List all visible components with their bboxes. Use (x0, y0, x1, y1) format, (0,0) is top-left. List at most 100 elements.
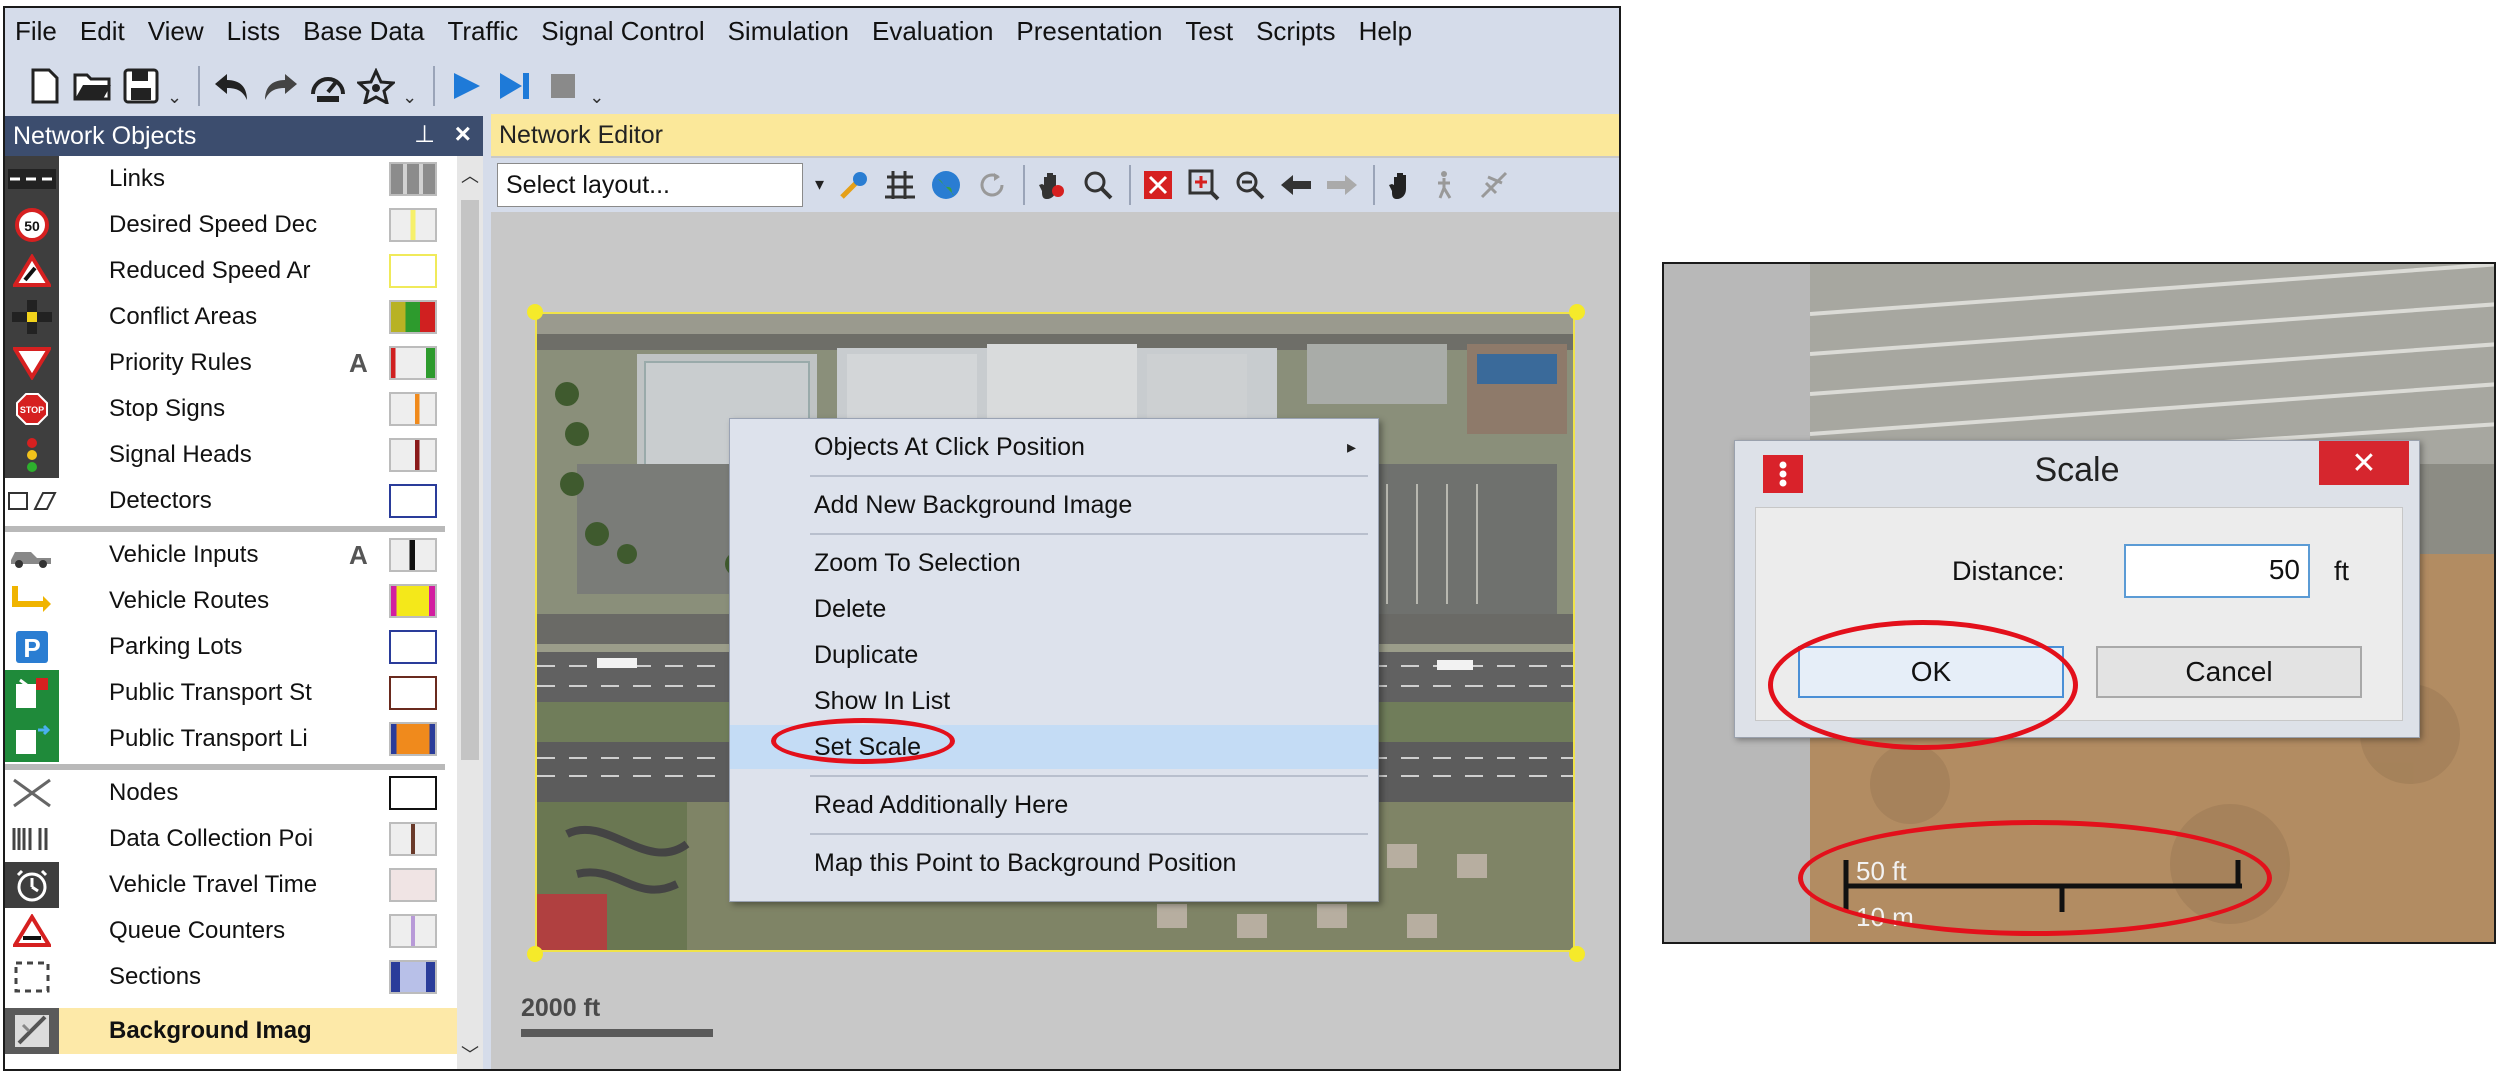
object-color-swatch[interactable] (389, 630, 437, 664)
object-color-swatch[interactable] (389, 676, 437, 710)
object-row-vehicle-inputs[interactable]: Vehicle Inputs A (5, 532, 457, 578)
globe-icon[interactable] (925, 164, 967, 206)
menu-view[interactable]: View (148, 16, 204, 47)
chevron-down-icon[interactable]: ▾ (815, 174, 824, 195)
wrench-icon[interactable] (833, 164, 875, 206)
zoom-pointer-icon[interactable] (1077, 164, 1119, 206)
menu-simulation[interactable]: Simulation (728, 16, 849, 47)
star-icon[interactable] (354, 64, 398, 108)
resize-handle-top-left[interactable] (527, 304, 543, 320)
layout-select[interactable]: Select layout... ▾ (497, 163, 824, 207)
object-color-swatch[interactable] (389, 162, 437, 196)
menu-file[interactable]: File (15, 16, 57, 47)
menu-base-data[interactable]: Base Data (303, 16, 424, 47)
distance-input[interactable]: 50 (2124, 544, 2310, 598)
object-color-swatch[interactable] (389, 254, 437, 288)
object-row-reduced-speed[interactable]: Reduced Speed Ar (5, 248, 457, 294)
object-row-signal-heads[interactable]: Signal Heads (5, 432, 457, 478)
object-row-desired-speed[interactable]: 50 Desired Speed Dec (5, 202, 457, 248)
zoom-extents-icon[interactable] (1137, 164, 1179, 206)
run-dropdown-icon[interactable]: ⌄ (589, 87, 604, 108)
menu-traffic[interactable]: Traffic (447, 16, 518, 47)
open-folder-icon[interactable] (71, 64, 115, 108)
label-visibility-indicator[interactable]: A (349, 348, 368, 379)
save-dropdown-icon[interactable]: ⌄ (167, 87, 182, 108)
object-color-swatch[interactable] (389, 346, 437, 380)
object-color-swatch[interactable] (389, 584, 437, 618)
plane-icon[interactable] (1473, 164, 1515, 206)
rotate-icon[interactable] (971, 164, 1013, 206)
object-row-stop-signs[interactable]: STOP Stop Signs (5, 386, 457, 432)
object-row-detectors[interactable]: Detectors (5, 478, 457, 524)
menu-presentation[interactable]: Presentation (1016, 16, 1162, 47)
object-row-priority-rules[interactable]: Priority Rules A (5, 340, 457, 386)
close-icon[interactable]: × (455, 118, 471, 150)
scroll-up-icon[interactable]: ︿ (457, 162, 483, 188)
menu-help[interactable]: Help (1359, 16, 1412, 47)
menu-edit[interactable]: Edit (80, 16, 125, 47)
pedestrian-icon[interactable] (1427, 164, 1469, 206)
object-color-swatch[interactable] (389, 868, 437, 902)
object-color-swatch[interactable] (389, 914, 437, 948)
menu-test[interactable]: Test (1185, 16, 1233, 47)
redo-icon[interactable] (258, 64, 302, 108)
resize-handle-bottom-left[interactable] (527, 946, 543, 962)
dialog-close-button[interactable]: ✕ (2319, 441, 2409, 485)
menu-item-read-additionally-here[interactable]: Read Additionally Here (730, 783, 1378, 827)
object-color-swatch[interactable] (389, 960, 437, 994)
panel-scrollbar[interactable]: ︿ ﹀ (457, 156, 483, 1069)
object-row-links[interactable]: Links (5, 156, 457, 202)
stop-icon[interactable] (541, 64, 585, 108)
object-row-conflict-areas[interactable]: Conflict Areas (5, 294, 457, 340)
save-icon[interactable] (119, 64, 163, 108)
arrow-right-icon[interactable] (1321, 164, 1363, 206)
object-row-parking-lots[interactable]: P Parking Lots (5, 624, 457, 670)
scroll-down-icon[interactable]: ﹀ (457, 1041, 483, 1067)
pin-icon[interactable]: ⊥ (414, 120, 435, 149)
object-color-swatch[interactable] (389, 722, 437, 756)
step-icon[interactable] (493, 64, 537, 108)
object-color-swatch[interactable] (389, 822, 437, 856)
pan-hand-icon[interactable] (1381, 164, 1423, 206)
object-row-background-images[interactable]: Background Imag (5, 1008, 457, 1054)
menu-item-duplicate[interactable]: Duplicate (730, 633, 1378, 677)
grid-icon[interactable] (879, 164, 921, 206)
object-row-queue-counters[interactable]: Queue Counters (5, 908, 457, 954)
object-row-nodes[interactable]: Nodes (5, 770, 457, 816)
zoom-in-icon[interactable] (1183, 164, 1225, 206)
menu-evaluation[interactable]: Evaluation (872, 16, 993, 47)
object-row-data-collection[interactable]: Data Collection Poi (5, 816, 457, 862)
menu-lists[interactable]: Lists (227, 16, 280, 47)
menu-scripts[interactable]: Scripts (1256, 16, 1335, 47)
menu-item-objects-at-click-position[interactable]: Objects At Click Position ▸ (730, 425, 1378, 469)
menu-item-map-point-to-background[interactable]: Map this Point to Background Position (730, 841, 1378, 885)
new-file-icon[interactable] (23, 64, 67, 108)
resize-handle-top-right[interactable] (1569, 304, 1585, 320)
star-dropdown-icon[interactable]: ⌄ (402, 87, 417, 108)
object-row-sections[interactable]: Sections (5, 954, 457, 1000)
cancel-button[interactable]: Cancel (2096, 646, 2362, 698)
zoom-out-icon[interactable] (1229, 164, 1271, 206)
arrow-left-icon[interactable] (1275, 164, 1317, 206)
menu-item-add-background-image[interactable]: Add New Background Image (730, 483, 1378, 527)
object-color-swatch[interactable] (389, 392, 437, 426)
object-row-vehicle-routes[interactable]: Vehicle Routes (5, 578, 457, 624)
object-color-swatch[interactable] (389, 208, 437, 242)
scroll-thumb[interactable] (461, 200, 479, 760)
object-color-swatch[interactable] (389, 300, 437, 334)
speedometer-icon[interactable] (306, 64, 350, 108)
play-icon[interactable] (445, 64, 489, 108)
object-color-swatch[interactable] (389, 438, 437, 472)
object-row-travel-time[interactable]: Vehicle Travel Time (5, 862, 457, 908)
undo-icon[interactable] (210, 64, 254, 108)
object-row-pt-stops[interactable]: Public Transport St (5, 670, 457, 716)
resize-handle-bottom-right[interactable] (1569, 946, 1585, 962)
object-color-swatch[interactable] (389, 484, 437, 518)
menu-item-zoom-to-selection[interactable]: Zoom To Selection (730, 541, 1378, 585)
menu-item-delete[interactable]: Delete (730, 587, 1378, 631)
object-color-swatch[interactable] (389, 538, 437, 572)
object-row-pt-lines[interactable]: Public Transport Li (5, 716, 457, 762)
hand-stop-icon[interactable] (1031, 164, 1073, 206)
menu-item-show-in-list[interactable]: Show In List (730, 679, 1378, 723)
menu-signal-control[interactable]: Signal Control (541, 16, 704, 47)
